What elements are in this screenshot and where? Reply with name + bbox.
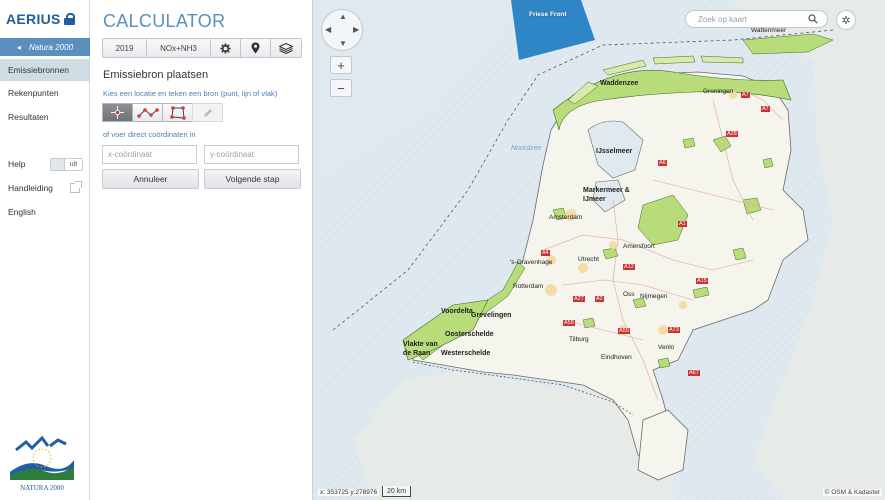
point-icon [111, 106, 124, 119]
calculator-toolbar: 2019 NOx+NH3 [102, 38, 302, 58]
map-label-oosterschelde: Oosterschelde [445, 331, 494, 338]
road-label: A6 [658, 160, 667, 166]
road-label: A7 [761, 106, 770, 112]
road-label: A58 [563, 320, 575, 326]
map-label-westerschelde: Westerschelde [441, 350, 491, 357]
help-toggle[interactable]: uit [50, 158, 83, 171]
map-label-ijsselmeer: IJsselmeer [596, 148, 633, 155]
road-label: A27 [573, 296, 585, 302]
map-settings-button[interactable]: ✲ [836, 10, 856, 30]
zoom-out-button[interactable]: − [330, 79, 352, 97]
pan-left-icon[interactable]: ◀ [325, 25, 331, 34]
coordinate-hint: of voer direct coördinaten in [103, 130, 196, 139]
draw-line-button[interactable] [132, 103, 163, 122]
year-selector[interactable]: 2019 [103, 39, 147, 57]
map-label-den-haag: 's-Gravenhage [510, 259, 553, 266]
road-label: A28 [726, 131, 738, 137]
natura-2000-logo: NATURA 2000 [6, 432, 78, 494]
search-icon[interactable] [808, 14, 818, 24]
calculator-panel: CALCULATOR 2019 NOx+NH3 Emissiebron plaa… [90, 0, 313, 500]
map-label-vlakte-van-de-raan: Vlakte van de Raan [403, 341, 438, 357]
external-link-icon[interactable] [70, 181, 82, 193]
map-search-input[interactable]: Zoek op kaart [685, 10, 828, 28]
map-label-utrecht: Utrecht [578, 256, 599, 263]
road-label: A67 [688, 370, 700, 376]
theme-selector[interactable]: ◂ Natura 2000 [0, 38, 90, 56]
map-canvas [313, 0, 885, 500]
substance-selector[interactable]: NOx+NH3 [147, 39, 211, 57]
y-coordinate-input[interactable]: y-coördinaat [204, 145, 299, 164]
nav-item-emissiebronnen[interactable]: Emissiebronnen [0, 59, 90, 81]
brand-name: AERIUS [6, 11, 61, 27]
snowflake-icon: ✲ [841, 14, 851, 27]
layers-icon [279, 42, 293, 54]
map-label-groningen: Groningen [703, 88, 734, 95]
edit-button[interactable] [192, 103, 223, 122]
coordinate-readout: x: 353725 y:278976 [318, 489, 380, 496]
x-coordinate-input[interactable]: x-coördinaat [102, 145, 197, 164]
map-label-oss: Oss [623, 291, 635, 298]
pencil-icon [203, 108, 212, 117]
pan-down-icon[interactable]: ▼ [339, 39, 347, 48]
language-switch[interactable]: English [0, 201, 90, 223]
road-label: A15 [696, 278, 708, 284]
draw-polygon-button[interactable] [162, 103, 193, 122]
map-label-friese-front: Friese Front [529, 11, 567, 18]
pan-right-icon[interactable]: ▶ [353, 25, 359, 34]
road-label: A4 [541, 250, 550, 256]
pan-control[interactable]: ▲ ▼ ◀ ▶ [321, 9, 363, 51]
map-label-nijmegen: Nijmegen [640, 293, 668, 300]
map-label-noordzee: Noordzee [511, 145, 542, 152]
map-label-amersfoort: Amersfoort [623, 243, 655, 250]
map-pin-icon [251, 42, 260, 54]
road-label: A12 [623, 264, 635, 270]
theme-label: Natura 2000 [28, 42, 74, 52]
road-label: A50 [618, 328, 630, 334]
road-label: A7 [741, 92, 750, 98]
line-icon [136, 107, 159, 118]
nav-item-rekenpunten[interactable]: Rekenpunten [0, 82, 90, 104]
section-title: Emissiebron plaatsen [103, 69, 209, 81]
aerius-logo[interactable]: AERIUS [6, 9, 75, 29]
gear-icon [220, 42, 231, 54]
map-label-amsterdam: Amsterdam [549, 214, 583, 221]
main-navigation: AERIUS ◂ Natura 2000 Emissiebronnen Reke… [0, 0, 90, 500]
polygon-icon [169, 105, 186, 120]
map-attribution: © OSM & Kadaster [822, 489, 882, 496]
map-label-grevelingen: Grevelingen [471, 312, 512, 319]
natura-logo-text: NATURA 2000 [20, 484, 64, 492]
lock-icon [63, 13, 75, 25]
road-label: A1 [678, 221, 687, 227]
scale-bar: 20 km [382, 486, 411, 497]
chevron-left-icon: ◂ [16, 42, 21, 52]
page-title: CALCULATOR [103, 11, 226, 31]
map-label-tilburg: Tilburg [569, 336, 589, 343]
layers-button[interactable] [271, 39, 301, 57]
toggle-knob [51, 159, 65, 170]
map-label-voordelta: Voordelta [441, 308, 473, 315]
map-label-wattenmeer: Wattenmeer [751, 27, 787, 34]
pan-up-icon[interactable]: ▲ [339, 12, 347, 21]
map-label-rotterdam: Rotterdam [513, 283, 544, 290]
map-view[interactable]: Friese Front Wattenmeer Waddenzee Gronin… [313, 0, 885, 500]
settings-button[interactable] [211, 39, 241, 57]
map-label-venlo: Venlo [658, 344, 675, 351]
road-label: A73 [668, 327, 680, 333]
location-button[interactable] [241, 39, 271, 57]
cancel-button[interactable]: Annuleer [102, 169, 199, 189]
road-label: A2 [595, 296, 604, 302]
zoom-in-button[interactable]: + [330, 56, 352, 74]
help-toggle-label: uit [65, 159, 82, 170]
nav-item-resultaten[interactable]: Resultaten [0, 106, 90, 128]
next-step-button[interactable]: Volgende stap [204, 169, 301, 189]
instruction-text: Kies een locatie en teken een bron (punt… [103, 89, 278, 98]
draw-point-button[interactable] [102, 103, 133, 122]
map-label-eindhoven: Eindhoven [601, 354, 632, 361]
map-label-markermeer: Markermeer & IJmeer [583, 187, 630, 203]
map-label-waddenzee: Waddenzee [600, 80, 639, 87]
draw-tools [102, 103, 225, 122]
